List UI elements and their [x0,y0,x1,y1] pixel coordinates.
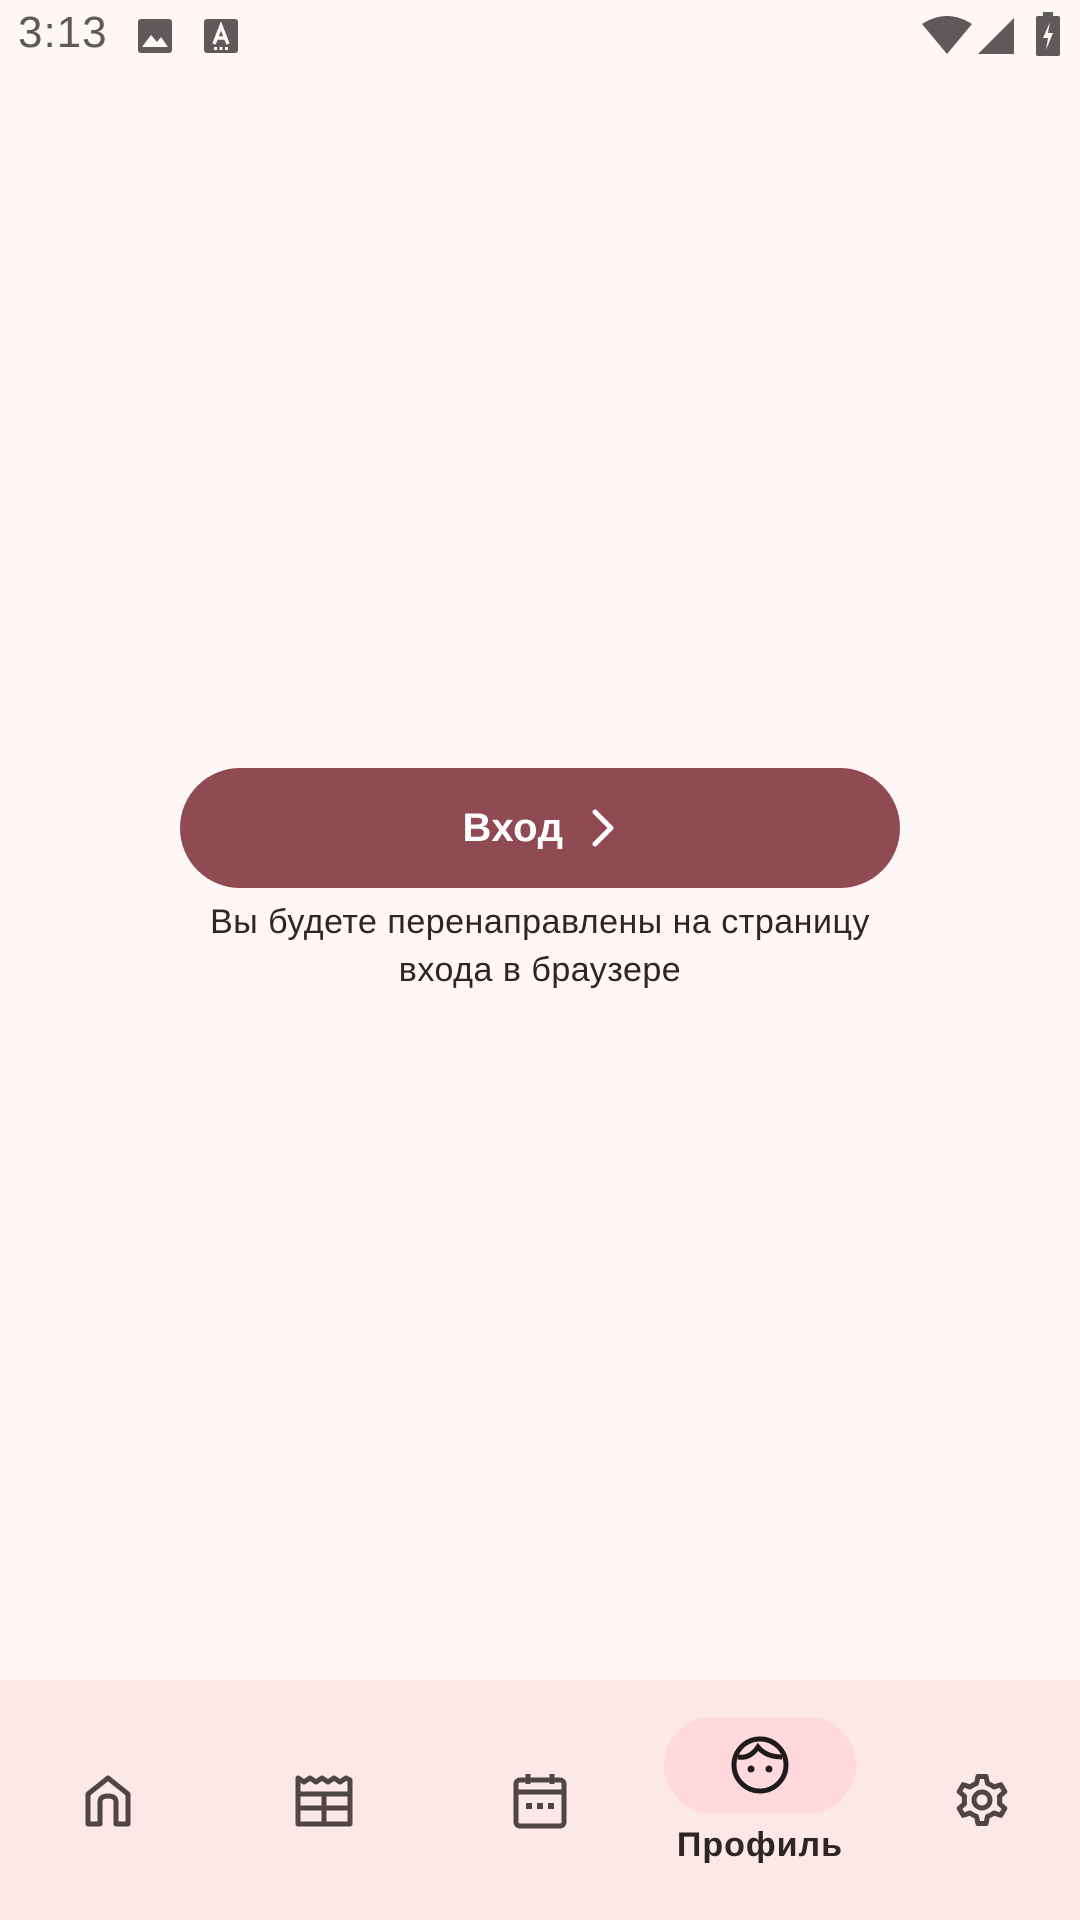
redirect-note: Вы будете перенаправлены на страницу вхо… [210,903,870,989]
news-icon [294,1770,354,1830]
login-button[interactable]: Вход [180,768,900,888]
login-button-label: Вход [462,805,564,850]
battery-charging-icon [1036,12,1060,61]
nav-item-news[interactable] [216,1680,432,1920]
status-time: 3:13 [18,8,108,57]
nav-item-home[interactable] [0,1680,216,1920]
cellular-signal-icon [978,18,1014,59]
image-notification-icon [136,17,174,55]
text-a-notification-icon [202,17,240,55]
nav-item-calendar[interactable] [432,1680,648,1920]
face-icon [730,1735,790,1795]
status-bar: 3:13 [0,0,1080,72]
wifi-icon [922,16,972,61]
home-icon [78,1770,138,1830]
nav-label-profile: Профиль [676,1826,844,1864]
screen: 3:13 Вход Вы будете перенаправлены на ст… [0,0,1080,1920]
nav-item-profile[interactable]: Профиль [652,1680,868,1920]
nav-item-settings[interactable] [874,1680,1080,1920]
settings-icon [952,1770,1012,1830]
bottom-navigation: Профиль [0,1680,1080,1920]
chevron-right-icon [587,808,617,848]
calendar-icon [510,1770,570,1830]
